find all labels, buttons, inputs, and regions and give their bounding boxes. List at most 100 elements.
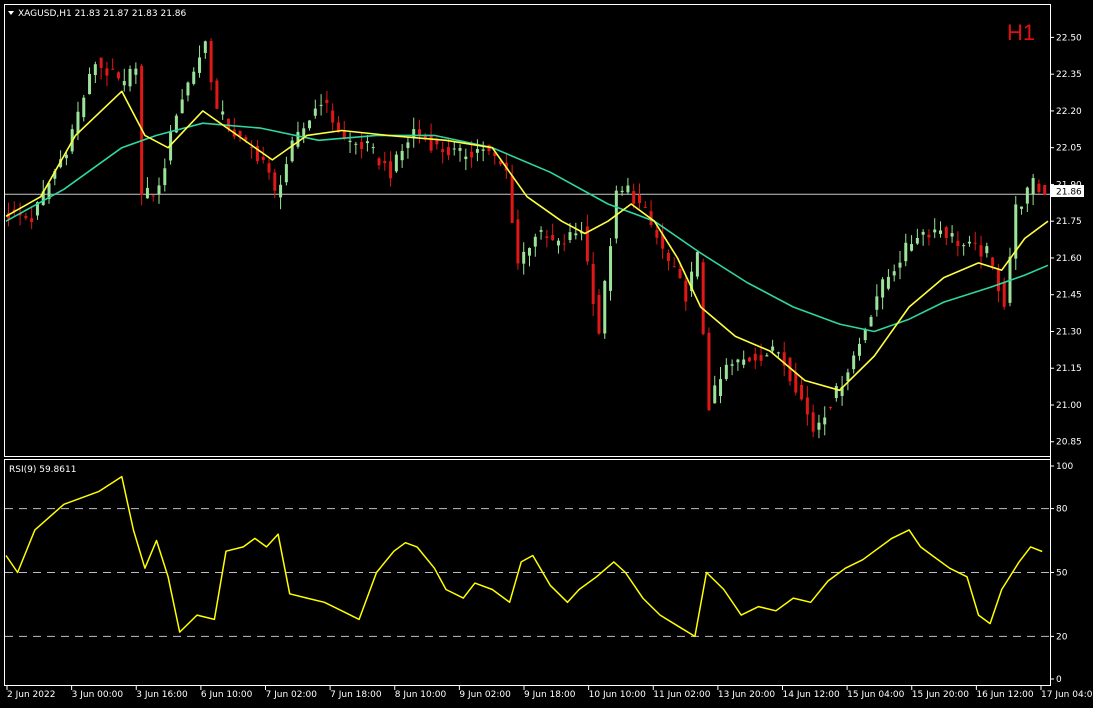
- candle-body: [134, 68, 138, 75]
- candle-body: [93, 64, 97, 76]
- candle-body: [1031, 178, 1035, 195]
- candle-body: [192, 71, 196, 84]
- candle-body: [805, 397, 809, 415]
- candle-body: [1043, 185, 1047, 195]
- time-tick-label: 13 Jun 20:00: [718, 690, 775, 700]
- candle-body: [956, 240, 960, 246]
- candle-body: [742, 359, 746, 365]
- candle-body: [290, 140, 294, 162]
- candle-body: [464, 156, 468, 160]
- time-tick-label: 10 Jun 10:00: [589, 690, 646, 700]
- candle-body: [528, 248, 531, 256]
- candle-body: [574, 233, 578, 236]
- candle-body: [603, 280, 607, 334]
- candle-body: [892, 271, 896, 276]
- candle-body: [985, 246, 989, 254]
- candle-body: [145, 187, 149, 199]
- candle-body: [626, 185, 630, 193]
- symbol-header: XAGUSD,H1 21.83 21.87 21.83 21.86: [18, 9, 187, 19]
- candle-body: [719, 379, 723, 397]
- price-tick-label: 21.00: [1056, 401, 1082, 411]
- time-tick-label: 9 Jun 02:00: [459, 690, 511, 700]
- candle-body: [869, 316, 873, 327]
- candle-body: [383, 160, 387, 164]
- candle-body: [707, 332, 711, 411]
- candle-body: [852, 355, 856, 370]
- current-price-label: 21.86: [1056, 188, 1082, 198]
- candle-body: [551, 234, 555, 241]
- candle-body: [88, 73, 92, 95]
- candle-body: [800, 384, 804, 400]
- candle-body: [180, 99, 184, 114]
- candle-body: [441, 149, 445, 152]
- time-tick-label: 8 Jun 10:00: [395, 690, 447, 700]
- candle-body: [886, 276, 890, 289]
- candle-body: [510, 175, 514, 223]
- candle-body: [163, 168, 167, 186]
- candle-body: [24, 215, 28, 219]
- candle-body: [198, 57, 202, 73]
- candle-body: [475, 149, 479, 153]
- candle-body: [834, 385, 838, 398]
- candle-body: [736, 359, 740, 363]
- candle-body: [360, 142, 364, 150]
- time-tick-label: 15 Jun 20:00: [912, 690, 969, 700]
- candle-body: [76, 111, 80, 134]
- rsi-tick-label: 20: [1056, 632, 1068, 642]
- candle-body: [996, 268, 1000, 292]
- rsi-tick-label: 100: [1056, 462, 1073, 472]
- candle-body: [556, 240, 560, 246]
- candle-body: [389, 161, 393, 179]
- time-tick-label: 16 Jun 12:00: [976, 690, 1033, 700]
- candle-body: [371, 147, 375, 149]
- candle-body: [516, 219, 520, 264]
- candle-body: [539, 230, 543, 232]
- time-tick-label: 9 Jun 18:00: [524, 690, 576, 700]
- candle-body: [122, 81, 126, 86]
- candle-body: [400, 150, 404, 161]
- candle-body: [157, 185, 161, 195]
- time-tick-label: 7 Jun 18:00: [330, 690, 382, 700]
- candle-body: [898, 262, 902, 268]
- candle-body: [394, 154, 398, 172]
- price-tick-label: 20.85: [1056, 438, 1082, 448]
- candle-body: [881, 279, 885, 298]
- candle-body: [904, 242, 908, 262]
- candle-body: [568, 232, 572, 241]
- candle-body: [915, 238, 919, 244]
- rsi-header: RSI(9) 59.8611: [9, 465, 76, 475]
- trading-chart[interactable]: 22.5022.3522.2022.0521.9021.7521.6021.45…: [0, 0, 1093, 708]
- candle-body: [747, 357, 751, 362]
- candle-body: [637, 194, 641, 204]
- candle-body: [261, 156, 265, 160]
- candle-body: [678, 269, 682, 278]
- candle-body: [302, 128, 306, 137]
- candle-body: [794, 372, 798, 393]
- candle-body: [545, 236, 549, 238]
- candle-body: [446, 146, 450, 156]
- time-tick-label: 6 Jun 10:00: [201, 690, 253, 700]
- candle-body: [973, 242, 977, 244]
- candle-body: [823, 417, 827, 425]
- time-tick-label: 3 Jun 16:00: [136, 690, 188, 700]
- candle-body: [753, 353, 757, 361]
- candle-body: [771, 346, 775, 351]
- candle-body: [470, 151, 474, 158]
- candle-body: [522, 251, 526, 264]
- candle-body: [620, 190, 624, 193]
- candle-body: [562, 243, 566, 245]
- candle-body: [331, 110, 335, 123]
- time-tick-label: 11 Jun 02:00: [653, 690, 710, 700]
- time-tick-label: 7 Jun 02:00: [266, 690, 318, 700]
- candle-body: [1020, 206, 1024, 209]
- candle-body: [458, 147, 462, 151]
- rsi-tick-label: 50: [1056, 569, 1068, 579]
- candle-body: [319, 104, 323, 106]
- candle-body: [846, 372, 850, 382]
- candle-body: [875, 296, 879, 310]
- candle-body: [910, 244, 914, 251]
- price-tick-label: 22.35: [1056, 70, 1082, 80]
- candle-body: [759, 354, 763, 361]
- candle-body: [365, 141, 369, 144]
- price-tick-label: 22.50: [1056, 33, 1082, 43]
